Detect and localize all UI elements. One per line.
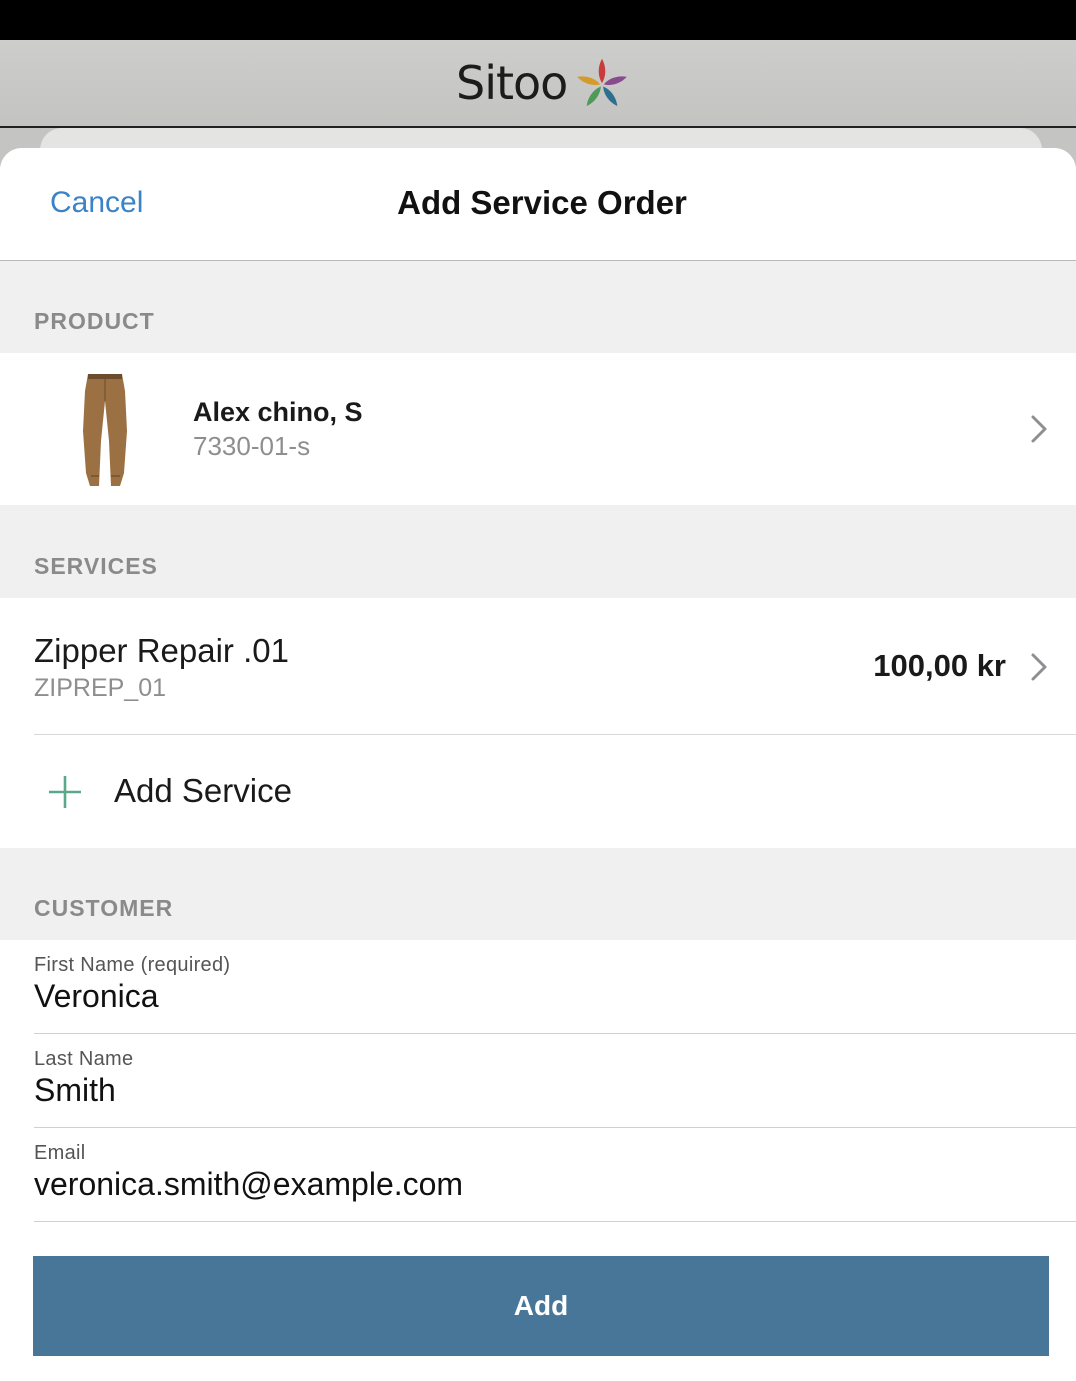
sheet-title: Add Service Order	[397, 184, 687, 221]
email-input[interactable]	[34, 1166, 1034, 1203]
brand-name: Sitoo	[456, 56, 568, 110]
status-bar	[0, 0, 1076, 40]
last-name-input[interactable]	[34, 1072, 1034, 1109]
section-header-services: SERVICES	[34, 553, 158, 579]
section-header-customer: CUSTOMER	[34, 895, 174, 921]
email-label: Email	[34, 1142, 86, 1164]
sheet-navigation-bar: Cancel Add Service Order	[0, 148, 1076, 261]
brand: Sitoo	[456, 56, 631, 110]
add-service-order-sheet: Cancel Add Service Order PRODUCT Alex ch…	[0, 148, 1076, 1381]
chino-pants-icon	[83, 374, 127, 486]
product-name: Alex chino, S	[193, 397, 363, 427]
sitoo-star-logo-icon	[577, 58, 628, 106]
first-name-label: First Name (required)	[34, 954, 231, 976]
last-name-field: Last Name	[0, 1034, 1076, 1128]
service-name: Zipper Repair .01	[34, 632, 289, 669]
section-header-product: PRODUCT	[34, 308, 155, 334]
last-name-label: Last Name	[34, 1048, 134, 1070]
product-sku: 7330-01-s	[193, 431, 311, 461]
chevron-right-icon	[1030, 652, 1048, 682]
chevron-right-icon	[1030, 414, 1048, 444]
sheet-footer: Add	[0, 1223, 1076, 1381]
first-name-field: First Name (required)	[0, 940, 1076, 1034]
add-button[interactable]: Add	[33, 1256, 1049, 1356]
add-service-label: Add Service	[114, 772, 292, 809]
plus-icon	[49, 776, 81, 808]
service-code: ZIPREP_01	[34, 674, 167, 702]
product-row[interactable]: Alex chino, S 7330-01-s	[0, 353, 1076, 505]
services-list: Zipper Repair .01 ZIPREP_01 100,00 kr Ad…	[0, 598, 1076, 848]
divider	[34, 1221, 1076, 1222]
customer-form: First Name (required) Last Name Email	[0, 940, 1076, 1240]
service-price: 100,00 kr	[873, 648, 1006, 683]
first-name-input[interactable]	[34, 978, 1034, 1015]
email-field: Email	[0, 1128, 1076, 1222]
service-row[interactable]: Zipper Repair .01 ZIPREP_01 100,00 kr	[0, 598, 1076, 735]
add-service-button[interactable]: Add Service	[0, 735, 1076, 848]
